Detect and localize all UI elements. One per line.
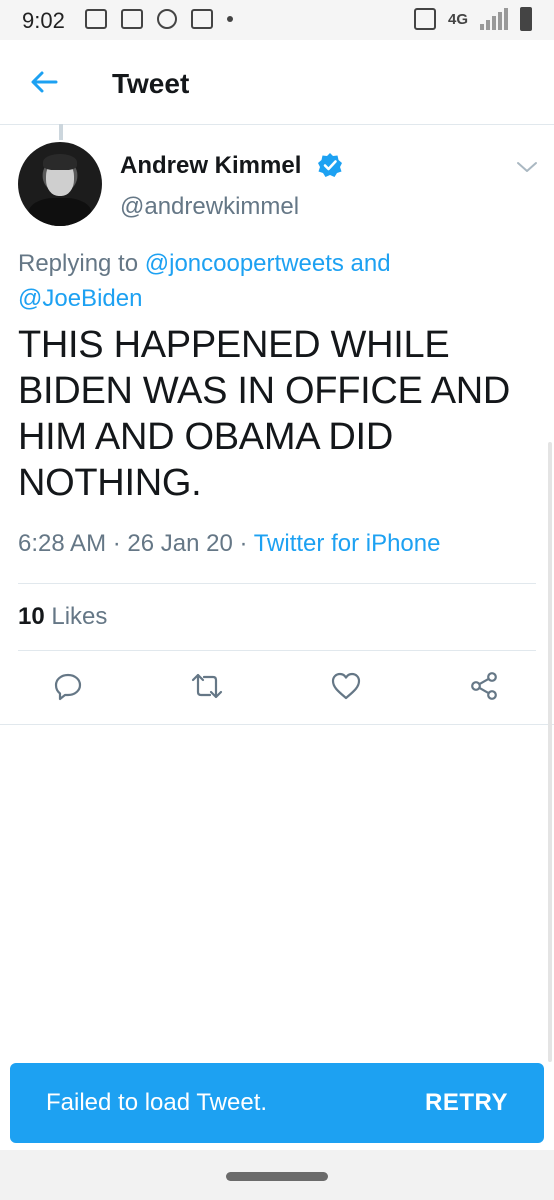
retweet-icon [191, 673, 223, 699]
page-title: Tweet [112, 68, 190, 99]
scrollbar[interactable] [548, 442, 552, 1062]
replying-to: Replying to @joncoopertweets and @JoeBid… [18, 246, 518, 316]
verified-badge-icon [318, 153, 342, 177]
tweet-source-link[interactable]: Twitter for iPhone [254, 530, 441, 557]
like-icon [331, 672, 361, 700]
tweet-time: 6:28 AM [18, 530, 107, 557]
lte-icon: 4G [447, 10, 468, 28]
back-arrow-icon[interactable] [28, 66, 60, 98]
battery-icon [520, 7, 532, 31]
likes-stat[interactable]: 10 Likes [18, 603, 107, 631]
error-snackbar: Failed to load Tweet. RETRY [10, 1063, 544, 1143]
dot-icon [227, 16, 233, 22]
chevron-down-icon[interactable] [515, 158, 539, 176]
gmail-icon [191, 9, 213, 29]
likes-label: Likes [51, 603, 108, 630]
status-time: 9:02 [22, 8, 65, 33]
tweet-date: 26 Jan 20 [127, 530, 233, 557]
app-bar: Tweet [0, 40, 554, 125]
reply-and-label[interactable]: and [344, 250, 391, 277]
divider [18, 650, 536, 651]
status-bar: 9:02 4G [0, 0, 554, 40]
divider [18, 583, 536, 584]
author-handle[interactable]: @andrewkimmel [120, 193, 299, 221]
retry-button[interactable]: RETRY [425, 1089, 508, 1117]
meta-separator: · [232, 530, 254, 557]
home-gesture-pill[interactable] [226, 1172, 328, 1181]
news-icon [85, 9, 107, 29]
reply-button[interactable] [48, 666, 88, 706]
vibrate-icon [413, 8, 436, 30]
avatar[interactable] [18, 142, 102, 226]
retweet-button[interactable] [187, 666, 227, 706]
thread-connector [59, 124, 63, 140]
tweet-meta: 6:28 AM · 26 Jan 20 · Twitter for iPhone [18, 530, 440, 558]
snackbar-message: Failed to load Tweet. [46, 1089, 268, 1116]
notification-icons [85, 9, 233, 29]
replying-to-label: Replying to [18, 250, 145, 277]
settings-icon [157, 9, 177, 29]
reply-user-link[interactable]: @joncoopertweets [145, 250, 344, 277]
system-icons: 4G [413, 7, 532, 31]
author-name[interactable]: Andrew Kimmel [120, 152, 301, 180]
reply-icon [54, 673, 82, 701]
meta-separator: · [106, 530, 128, 557]
tweet-text: THIS HAPPENED WHILE BIDEN WAS IN OFFICE … [18, 324, 511, 504]
share-button[interactable] [464, 666, 504, 706]
likes-count: 10 [18, 603, 45, 630]
like-button[interactable] [326, 666, 366, 706]
ok-icon [121, 9, 143, 29]
tweet-actions [0, 666, 554, 712]
divider [0, 724, 554, 725]
share-icon [471, 672, 497, 700]
signal-icon [480, 8, 508, 30]
reply-user-link[interactable]: @JoeBiden [18, 285, 142, 312]
